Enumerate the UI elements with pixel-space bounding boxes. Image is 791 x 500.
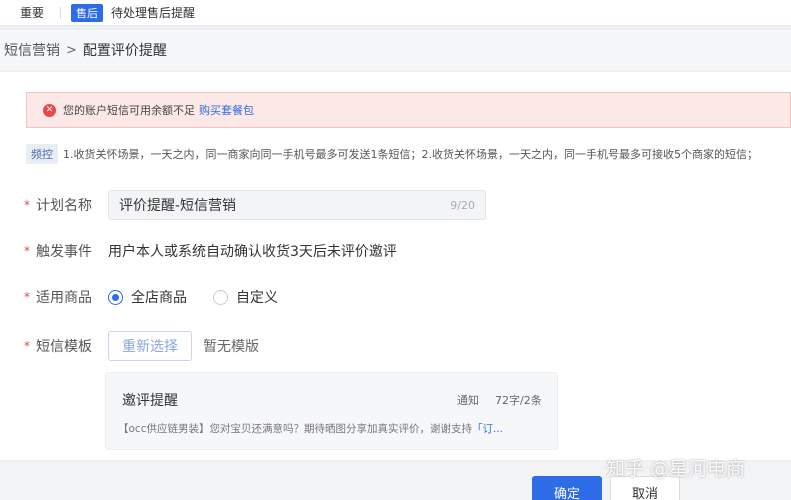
buy-package-link[interactable]: 购买套餐包 [199,102,254,118]
confirm-button[interactable]: 确定 [532,476,602,500]
error-icon: ✕ [43,103,56,117]
applicable-products-label: 适用商品 [36,290,92,306]
radio-custom[interactable]: 自定义 [213,287,300,307]
template-preview-card: 邀评提醒 通知 72字/2条 【occ供应链男装】您对宝贝还满意吗？期待晒图分享… [105,372,558,450]
template-content: 【occ供应链男装】您对宝贝还满意吗？期待晒图分享加真实评价，谢谢支持「订... [118,421,548,436]
required-mark: * [24,290,30,304]
zhihu-watermark: 知乎 @星河电商 [606,458,746,480]
frequency-tag: 频控 [26,144,58,164]
trigger-event-row: * 触发事件 用户本人或系统自动确认收货3天后未评价邀评 [24,241,397,261]
trigger-event-label: 触发事件 [36,244,92,260]
important-label[interactable]: 重要 [20,4,44,21]
frequency-rule: 频控 1.收货关怀场景，一天之内，同一商家向同一手机号最多可发送1条短信；2.收… [26,144,791,164]
template-char-count: 72字/2条 [495,394,542,407]
divider [60,6,62,19]
required-mark: * [24,198,30,212]
top-notice-bar: 重要 售后 待处理售后提醒 [0,0,791,26]
alert-text: 您的账户短信可用余额不足 [63,104,195,117]
radio-checked-icon[interactable] [108,289,123,305]
template-order-link[interactable]: 「订... [472,423,503,435]
plan-name-label: 计划名称 [36,198,92,214]
template-title: 邀评提醒 [122,393,178,409]
breadcrumb-current: 配置评价提醒 [82,43,167,59]
required-mark: * [24,339,30,353]
pending-after-sale-text[interactable]: 待处理售后提醒 [111,4,195,21]
plan-name-row: * 计划名称 评价提醒-短信营销 9/20 [24,190,486,220]
plan-name-input[interactable]: 评价提醒-短信营销 9/20 [108,190,486,220]
required-mark: * [24,244,30,258]
frequency-rule-text: 1.收货关怀场景，一天之内，同一商家向同一手机号最多可发送1条短信；2.收货关怀… [63,148,758,161]
plan-name-value: 评价提醒-短信营销 [119,198,237,214]
after-sale-badge: 售后 [71,3,104,22]
reselect-button[interactable]: 重新选择 [108,331,192,361]
radio-custom-label[interactable]: 自定义 [236,287,278,307]
radio-unchecked-icon[interactable] [213,289,228,305]
template-content-text: 【occ供应链男装】您对宝贝还满意吗？期待晒图分享加真实评价，谢谢支持 [118,423,472,435]
trigger-event-value: 用户本人或系统自动确认收货3天后未评价邀评 [108,244,397,260]
no-template-text: 暂无模版 [203,339,259,355]
config-panel: ✕ 您的账户短信可用余额不足 购买套餐包 频控 1.收货关怀场景，一天之内，同一… [0,72,791,460]
plan-name-char-count: 9/20 [450,198,475,212]
sms-template-label: 短信模板 [36,339,92,355]
breadcrumb-sms-marketing[interactable]: 短信营销 [4,40,60,60]
sms-template-row: * 短信模板 重新选择 暂无模版 [24,331,259,361]
breadcrumb: 短信营销 > 配置评价提醒 [0,30,791,70]
chevron-right-icon: > [66,42,77,58]
applicable-products-row: * 适用商品 全店商品 自定义 [24,287,300,307]
template-type: 通知 [457,394,479,407]
balance-alert: ✕ 您的账户短信可用余额不足 购买套餐包 [26,92,791,128]
radio-all-products[interactable]: 全店商品 [108,287,209,307]
radio-all-products-label[interactable]: 全店商品 [131,287,187,307]
